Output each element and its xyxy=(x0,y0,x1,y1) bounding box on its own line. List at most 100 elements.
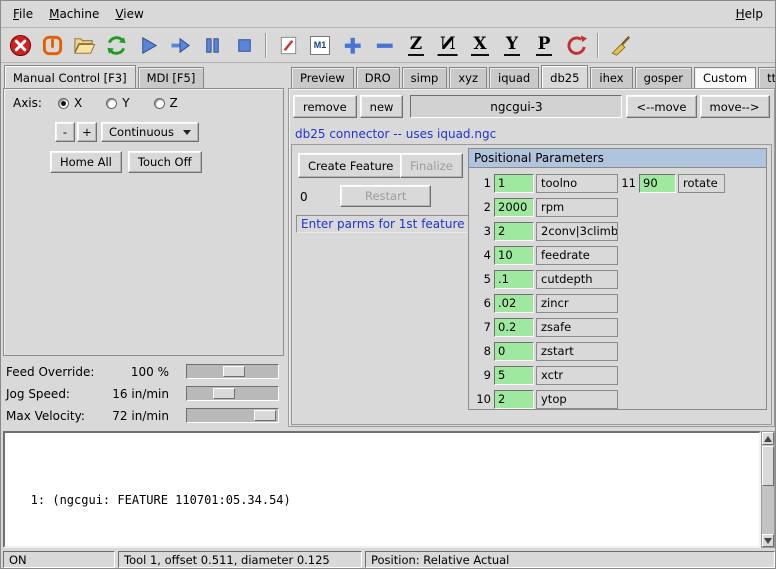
step-button[interactable] xyxy=(165,31,195,60)
rotate-view-button[interactable] xyxy=(561,31,591,60)
param-value-input[interactable]: 0 xyxy=(494,342,534,361)
view-front-button[interactable]: Y xyxy=(497,31,527,60)
radio-dot xyxy=(61,101,66,106)
param-value-input[interactable]: 2 xyxy=(494,222,534,241)
param-value-input[interactable]: 5 xyxy=(494,366,534,385)
right-tab[interactable]: iquad xyxy=(489,67,539,88)
view-side-button[interactable]: X xyxy=(465,31,495,60)
axis-radio[interactable]: Y xyxy=(106,96,129,110)
left-tab[interactable]: MDI [F5] xyxy=(138,67,205,88)
param-number: 4 xyxy=(472,248,491,262)
left-tab[interactable]: Manual Control [F3] xyxy=(4,65,136,88)
view-front-icon: Y xyxy=(504,36,520,56)
param-name-label: zsafe xyxy=(536,318,618,337)
param-value-input[interactable]: 0.2 xyxy=(494,318,534,337)
param-value-input[interactable]: .02 xyxy=(494,294,534,313)
create-feature-button[interactable]: Create Feature xyxy=(298,153,403,178)
remove-tab-button[interactable]: remove xyxy=(293,95,357,118)
radio-icon xyxy=(106,98,117,109)
gcode-listing[interactable]: 1: (ngcgui: FEATURE 110701:05.34.54) 2: … xyxy=(3,431,761,548)
gcode-scrollbar[interactable] xyxy=(761,431,775,548)
right-tab[interactable]: ihex xyxy=(590,67,632,88)
scroll-up-button[interactable] xyxy=(762,432,774,445)
param-value-input[interactable]: 2 xyxy=(494,390,534,409)
jog-minus-button[interactable]: - xyxy=(55,122,75,142)
estop-button[interactable] xyxy=(5,31,35,60)
toolbar-separator xyxy=(597,33,599,58)
home-all-button[interactable]: Home All xyxy=(50,151,122,173)
jog-plus-button[interactable]: + xyxy=(77,122,97,142)
param-value-input[interactable]: 90 xyxy=(639,174,676,193)
param-name-label: 2conv|3climb xyxy=(536,222,618,241)
param-name-label: zincr xyxy=(536,294,618,313)
right-tab[interactable]: Preview xyxy=(291,67,354,88)
view-perspective-icon: P xyxy=(536,36,553,56)
view-rotated-top-icon: N xyxy=(438,36,458,56)
menu-help[interactable]: Help xyxy=(728,3,771,25)
right-tab[interactable]: Custom xyxy=(694,67,756,88)
view-top-button[interactable]: Z xyxy=(401,31,431,60)
tab-name-input[interactable]: ngcgui-3 xyxy=(410,95,622,118)
reload-icon xyxy=(105,34,128,57)
param-value-input[interactable]: 2000 xyxy=(494,198,534,217)
right-tab[interactable]: ttt xyxy=(758,67,776,88)
positional-parameters-box: Positional Parameters 1 1 toolno 2 2000 xyxy=(468,148,767,410)
view-perspective-button[interactable]: P xyxy=(529,31,559,60)
optional-stop-button[interactable]: M1 xyxy=(305,31,335,60)
jog-speed-slider[interactable] xyxy=(186,386,279,401)
position-mode: Position: Relative Actual xyxy=(365,551,775,568)
zoom-out-button[interactable] xyxy=(369,31,399,60)
move-right-button[interactable]: move--> xyxy=(700,95,770,118)
run-button[interactable] xyxy=(133,31,163,60)
menubar: File Machine View Help xyxy=(1,1,775,28)
app-window: File Machine View Help xyxy=(0,0,776,569)
jog-mode-dropdown[interactable]: Continuous xyxy=(101,122,199,142)
menu-view[interactable]: View xyxy=(107,3,151,25)
menu-machine[interactable]: Machine xyxy=(41,3,107,25)
param-value-input[interactable]: .1 xyxy=(494,270,534,289)
finalize-button[interactable]: Finalize xyxy=(400,153,463,178)
feed-override-slider[interactable] xyxy=(186,364,279,379)
scroll-down-button[interactable] xyxy=(762,534,774,547)
axis-radio[interactable]: Z xyxy=(154,96,178,110)
right-tab[interactable]: DRO xyxy=(356,67,400,88)
right-tab[interactable]: simp xyxy=(402,67,448,88)
param-row: 3 2 2conv|3climb xyxy=(472,219,618,243)
skip-lines-button[interactable] xyxy=(273,31,303,60)
view-rotated-top-button[interactable]: N xyxy=(433,31,463,60)
reload-button[interactable] xyxy=(101,31,131,60)
axis-radio-label: Z xyxy=(170,96,178,110)
right-tab[interactable]: xyz xyxy=(449,67,487,88)
param-row: 7 0.2 zsafe xyxy=(472,315,618,339)
view-top-icon: Z xyxy=(408,36,424,56)
stop-button[interactable] xyxy=(229,31,259,60)
menu-file[interactable]: File xyxy=(5,3,41,25)
param-number: 9 xyxy=(472,368,491,382)
clear-plot-button[interactable] xyxy=(605,31,635,60)
jog-mode-value: Continuous xyxy=(109,125,174,139)
zoom-in-button[interactable] xyxy=(337,31,367,60)
right-tab[interactable]: db25 xyxy=(541,65,588,88)
slider-handle[interactable] xyxy=(223,366,245,377)
restart-button[interactable]: Restart xyxy=(340,185,431,207)
stop-icon xyxy=(233,34,256,57)
param-value-input[interactable]: 10 xyxy=(494,246,534,265)
machine-power-button[interactable] xyxy=(37,31,67,60)
scrollbar-thumb[interactable] xyxy=(762,446,774,486)
right-tab[interactable]: gosper xyxy=(635,67,692,88)
slider-handle[interactable] xyxy=(213,388,235,399)
pause-button[interactable] xyxy=(197,31,227,60)
param-number: 8 xyxy=(472,344,491,358)
touch-off-button[interactable]: Touch Off xyxy=(128,151,202,173)
open-file-button[interactable] xyxy=(69,31,99,60)
chevron-down-icon xyxy=(183,130,191,135)
machine-state: ON xyxy=(3,551,115,568)
axis-radio[interactable]: X xyxy=(58,96,82,110)
param-value-input[interactable]: 1 xyxy=(494,174,534,193)
move-left-button[interactable]: <--move xyxy=(626,95,696,118)
home-row: Home All Touch Off xyxy=(50,151,202,173)
slider-handle[interactable] xyxy=(254,410,276,421)
new-tab-button[interactable]: new xyxy=(360,95,404,118)
max-velocity-slider[interactable] xyxy=(186,408,279,423)
statusbar: ON Tool 1, offset 0.511, diameter 0.125 … xyxy=(1,550,776,569)
